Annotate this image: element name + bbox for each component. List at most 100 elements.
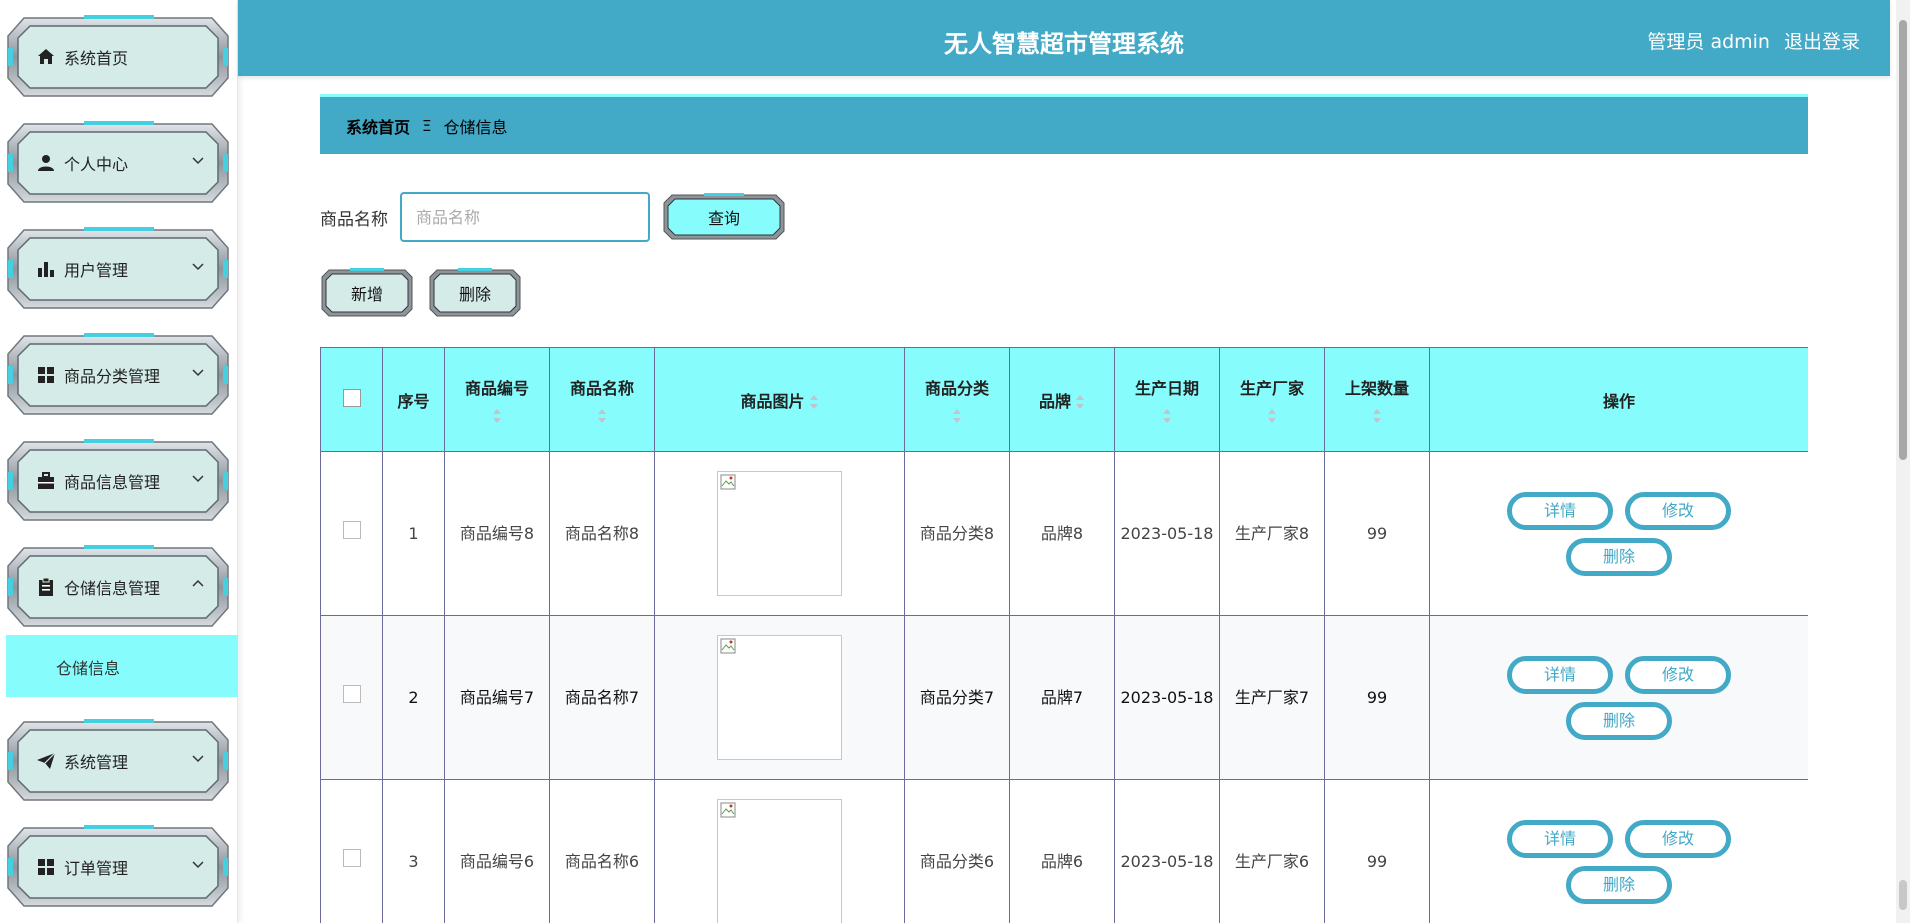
sidebar-subitem-label: 仓储信息	[56, 659, 121, 678]
user-icon	[38, 155, 54, 171]
scrollbar-track-end	[1899, 880, 1907, 910]
sidebar-subitem-storage-info[interactable]: 仓储信息	[6, 635, 238, 697]
chevron-down-icon	[192, 263, 204, 271]
detail-button[interactable]: 详情	[1507, 491, 1613, 530]
sidebar-item-home[interactable]: 系统首页	[6, 14, 230, 99]
edit-button[interactable]: 修改	[1625, 491, 1731, 530]
query-button-label: 查询	[707, 209, 740, 228]
query-button[interactable]: 查询	[662, 193, 786, 241]
sort-icon[interactable]	[597, 407, 607, 425]
table-row: 3 商品编号6 商品名称6 商品分类6 品牌6 2023-05-18 生产厂家6…	[320, 779, 1808, 923]
search-bar: 商品名称 查询	[320, 192, 786, 242]
sort-icon[interactable]	[1075, 393, 1085, 411]
sidebar-item-user-management[interactable]: 用户管理	[6, 226, 230, 311]
sort-icon[interactable]	[809, 393, 819, 411]
sidebar-item-category-management[interactable]: 商品分类管理	[6, 332, 230, 417]
bar-chart-icon	[38, 262, 54, 277]
cell-brand: 品牌8	[1009, 451, 1115, 616]
logout-link[interactable]: 退出登录	[1784, 27, 1860, 54]
cell-qty: 99	[1324, 451, 1430, 616]
column-header-image[interactable]: 商品图片	[654, 347, 905, 452]
sort-icon[interactable]	[1372, 407, 1382, 425]
cell-category: 商品分类8	[904, 451, 1010, 616]
scrollbar-thumb[interactable]	[1899, 20, 1907, 460]
column-header-code[interactable]: 商品编号	[444, 347, 550, 452]
grid-icon	[38, 859, 54, 875]
product-name-search-input[interactable]	[400, 192, 650, 242]
sidebar: 系统首页 个人中心 用户管理 商品分类管理 商品信息管理 仓储信息管理 仓储信息…	[0, 0, 238, 923]
sidebar-item-system-management[interactable]: 系统管理	[6, 718, 230, 803]
row-checkbox[interactable]	[342, 848, 361, 867]
grid-icon	[38, 367, 54, 383]
add-button[interactable]: 新增	[320, 268, 414, 318]
breadcrumb-separator: Ξ	[422, 116, 432, 135]
sort-icon[interactable]	[492, 407, 502, 425]
chevron-down-icon	[192, 861, 204, 869]
delete-button[interactable]: 删除	[1566, 865, 1672, 904]
search-label: 商品名称	[320, 209, 388, 230]
cell-brand: 品牌6	[1009, 779, 1115, 923]
column-header-name[interactable]: 商品名称	[549, 347, 655, 452]
delete-button[interactable]: 删除	[1566, 537, 1672, 576]
column-header-qty[interactable]: 上架数量	[1324, 347, 1430, 452]
sidebar-item-label: 订单管理	[64, 859, 129, 878]
clipboard-icon	[39, 577, 53, 596]
delete-button[interactable]: 删除	[1566, 701, 1672, 740]
cell-index: 3	[382, 779, 445, 923]
cell-qty: 99	[1324, 615, 1430, 780]
sort-icon[interactable]	[1162, 407, 1172, 425]
row-checkbox[interactable]	[342, 684, 361, 703]
product-image	[717, 471, 842, 596]
batch-delete-button[interactable]: 删除	[428, 268, 522, 318]
select-all-checkbox[interactable]	[342, 388, 361, 407]
page-scrollbar[interactable]	[1896, 0, 1910, 923]
column-header-maker[interactable]: 生产厂家	[1219, 347, 1325, 452]
broken-image-icon	[720, 802, 736, 818]
paper-plane-icon	[37, 752, 56, 769]
table-row: 1 商品编号8 商品名称8 商品分类8 品牌8 2023-05-18 生产厂家8…	[320, 451, 1808, 616]
cell-name: 商品名称8	[549, 451, 655, 616]
sidebar-item-storage-management[interactable]: 仓储信息管理	[6, 544, 230, 629]
sidebar-item-order-management[interactable]: 订单管理	[6, 824, 230, 909]
detail-button[interactable]: 详情	[1507, 819, 1613, 858]
top-header: 无人智慧超市管理系统 管理员 admin 退出登录	[238, 0, 1890, 76]
broken-image-icon	[720, 638, 736, 654]
cell-date: 2023-05-18	[1114, 779, 1220, 923]
batch-delete-button-label: 删除	[458, 285, 491, 304]
product-image	[717, 799, 842, 923]
breadcrumb: 系统首页 Ξ 仓储信息	[320, 94, 1808, 154]
sidebar-item-label: 商品信息管理	[64, 473, 161, 492]
sort-icon[interactable]	[1267, 407, 1277, 425]
column-header-category[interactable]: 商品分类	[904, 347, 1010, 452]
current-user-label: 管理员 admin	[1647, 31, 1770, 53]
cell-code: 商品编号8	[444, 451, 550, 616]
sidebar-item-product-management[interactable]: 商品信息管理	[6, 438, 230, 523]
sidebar-item-label: 系统管理	[64, 753, 129, 772]
cell-date: 2023-05-18	[1114, 451, 1220, 616]
select-all-cell	[320, 347, 383, 452]
column-header-ops: 操作	[1429, 347, 1808, 452]
broken-image-icon	[720, 474, 736, 490]
sidebar-item-label: 仓储信息管理	[64, 579, 161, 598]
add-button-label: 新增	[350, 285, 383, 304]
breadcrumb-home[interactable]: 系统首页	[346, 114, 410, 138]
chevron-down-icon	[192, 475, 204, 483]
breadcrumb-current: 仓储信息	[443, 117, 508, 137]
cell-category: 商品分类7	[904, 615, 1010, 780]
column-header-brand[interactable]: 品牌	[1009, 347, 1115, 452]
cell-qty: 99	[1324, 779, 1430, 923]
product-image	[717, 635, 842, 760]
detail-button[interactable]: 详情	[1507, 655, 1613, 694]
cell-index: 2	[382, 615, 445, 780]
table-row: 2 商品编号7 商品名称7 商品分类7 品牌7 2023-05-18 生产厂家7…	[320, 615, 1808, 780]
edit-button[interactable]: 修改	[1625, 655, 1731, 694]
sidebar-item-label: 系统首页	[64, 49, 129, 68]
edit-button[interactable]: 修改	[1625, 819, 1731, 858]
cell-category: 商品分类6	[904, 779, 1010, 923]
cell-name: 商品名称7	[549, 615, 655, 780]
cell-index: 1	[382, 451, 445, 616]
row-checkbox[interactable]	[342, 520, 361, 539]
sidebar-item-personal-center[interactable]: 个人中心	[6, 120, 230, 205]
column-header-date[interactable]: 生产日期	[1114, 347, 1220, 452]
sort-icon[interactable]	[952, 407, 962, 425]
